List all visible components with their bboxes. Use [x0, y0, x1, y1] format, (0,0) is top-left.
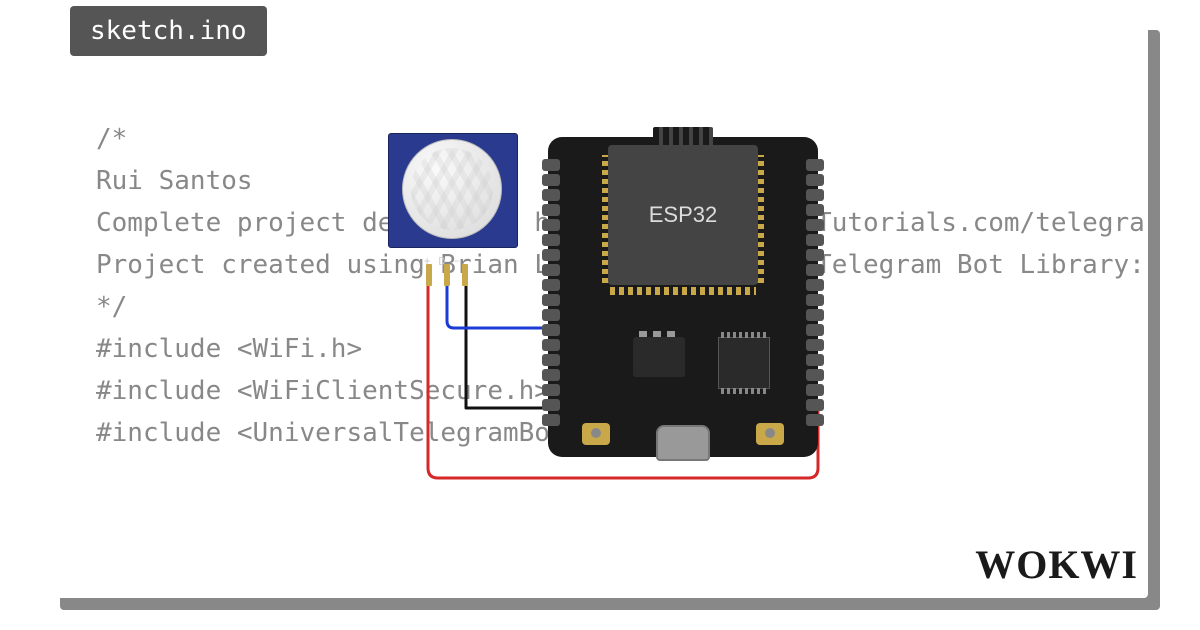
esp32-label: ESP32	[649, 202, 718, 228]
file-tab-label: sketch.ino	[90, 16, 247, 46]
esp32-right-header	[806, 159, 824, 426]
pir-dome-icon	[402, 139, 502, 239]
pir-pins	[426, 264, 468, 286]
shield-pins-icon	[610, 287, 756, 295]
usb-port-icon	[656, 425, 710, 461]
esp32-shield: ESP32	[608, 145, 758, 285]
chip-icon	[718, 337, 770, 389]
antenna-icon	[653, 127, 713, 145]
circuit-diagram[interactable]: + D −	[378, 133, 858, 493]
file-tab[interactable]: sketch.ino	[70, 6, 267, 56]
pir-sensor[interactable]: + D −	[388, 133, 518, 268]
boot-button[interactable]	[582, 423, 610, 445]
en-button[interactable]	[756, 423, 784, 445]
esp32-left-header	[542, 159, 560, 426]
brand-logo: WOKWI	[975, 541, 1138, 588]
editor-card: /* Rui Santos Complete project details a…	[48, 18, 1148, 598]
regulator-icon	[633, 337, 685, 377]
esp32-board[interactable]: ESP32	[548, 137, 818, 457]
